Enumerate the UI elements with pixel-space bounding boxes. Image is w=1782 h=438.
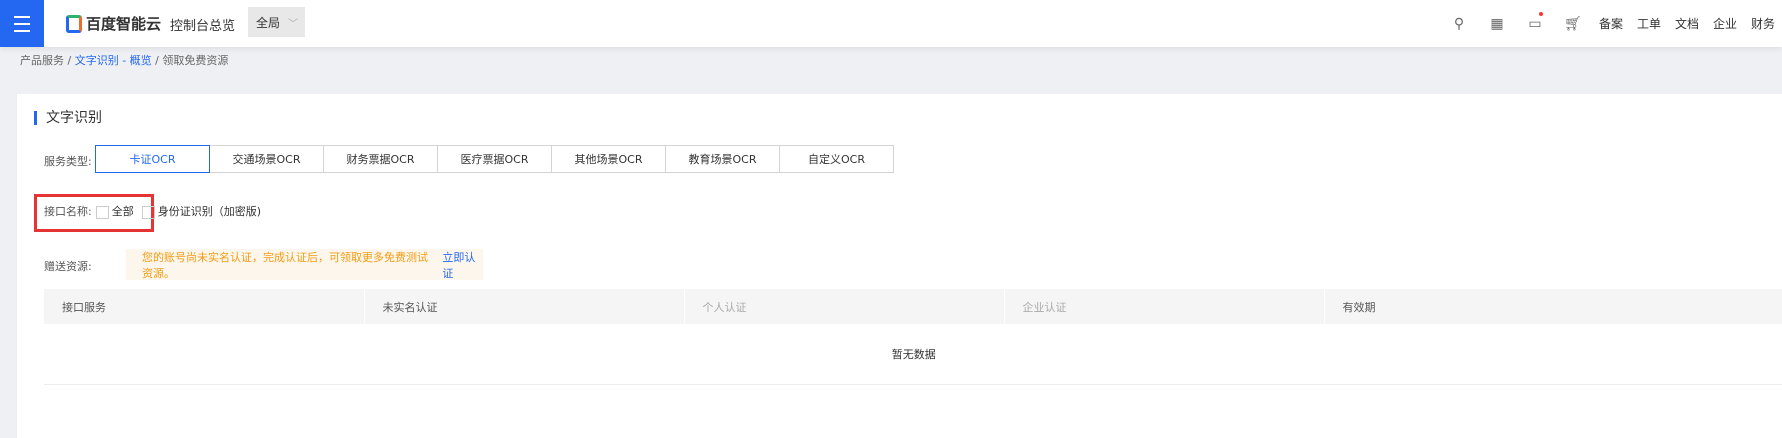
col-interface: 接口服务 bbox=[44, 289, 365, 324]
page-title: 文字识别 bbox=[34, 111, 102, 125]
tab-education-ocr[interactable]: 教育场景OCR bbox=[665, 145, 780, 173]
nav-docs[interactable]: 文档 bbox=[1668, 15, 1706, 32]
checkbox-all-label: 全部 bbox=[111, 205, 134, 218]
brand-name: 百度智能云 bbox=[86, 15, 162, 33]
tab-finance-ocr[interactable]: 财务票据OCR bbox=[323, 145, 438, 173]
col-unverified: 未实名认证 bbox=[364, 289, 685, 324]
interface-label: 接口名称: bbox=[44, 205, 92, 218]
breadcrumb-ocr-overview[interactable]: 文字识别 - 概览 bbox=[75, 54, 152, 67]
checkbox-idcard-label: 身份证识别（加密版) bbox=[157, 205, 262, 218]
breadcrumb-products: 产品服务 / bbox=[20, 54, 72, 67]
col-enterprise: 企业认证 bbox=[1004, 289, 1325, 324]
service-type-label: 服务类型: bbox=[44, 155, 92, 168]
tab-card-ocr[interactable]: 卡证OCR bbox=[95, 145, 210, 173]
gift-label: 赠送资源: bbox=[44, 260, 92, 273]
scope-select[interactable]: 全局 ﹀ bbox=[248, 7, 305, 37]
nav-enterprise[interactable]: 企业 bbox=[1706, 15, 1744, 32]
tab-other-ocr[interactable]: 其他场景OCR bbox=[551, 145, 666, 173]
breadcrumb: 产品服务 / 文字识别 - 概览 / 领取免费资源 bbox=[20, 52, 228, 68]
content-card: 文字识别 服务类型: 卡证OCR 交通场景OCR 财务票据OCR 医疗票据OCR… bbox=[17, 94, 1782, 438]
tab-custom-ocr[interactable]: 自定义OCR bbox=[779, 145, 894, 173]
col-personal: 个人认证 bbox=[684, 289, 1005, 324]
empty-state: 暂无数据 bbox=[44, 324, 1782, 385]
search-icon[interactable]: ⚲ bbox=[1440, 16, 1478, 32]
message-icon[interactable]: ▭ bbox=[1516, 11, 1554, 32]
tab-medical-ocr[interactable]: 医疗票据OCR bbox=[437, 145, 552, 173]
menu-button[interactable] bbox=[0, 0, 44, 47]
nav-filing[interactable]: 备案 bbox=[1592, 15, 1630, 32]
qrcode-icon[interactable]: ▦ bbox=[1478, 16, 1516, 32]
verify-now-link[interactable]: 立即认证 bbox=[442, 249, 483, 281]
nav-finance[interactable]: 财务 bbox=[1744, 15, 1782, 32]
service-type-tabs: 卡证OCR 交通场景OCR 财务票据OCR 医疗票据OCR 其他场景OCR 教育… bbox=[95, 145, 894, 173]
logo-icon bbox=[66, 14, 82, 33]
checkbox-idcard-encrypted[interactable]: 身份证识别（加密版) bbox=[141, 203, 262, 219]
breadcrumb-current: / 领取免费资源 bbox=[155, 54, 229, 67]
nav-ticket[interactable]: 工单 bbox=[1630, 15, 1668, 32]
tab-traffic-ocr[interactable]: 交通场景OCR bbox=[209, 145, 324, 173]
verification-notice: 您的账号尚未实名认证，完成认证后，可领取更多免费测试资源。 立即认证 bbox=[126, 249, 483, 280]
cart-icon[interactable]: 🛒︎ bbox=[1554, 16, 1592, 32]
resource-table: 接口服务 未实名认证 个人认证 企业认证 有效期 暂无数据 bbox=[44, 289, 1782, 385]
top-bar: 百度智能云 控制台总览 全局 ﹀ ⚲ ▦ ▭ 🛒︎ 备案 工单 文档 企业 财务 bbox=[0, 0, 1782, 47]
notification-dot bbox=[1539, 11, 1543, 16]
brand-logo[interactable]: 百度智能云 bbox=[66, 13, 161, 34]
checkbox-all[interactable]: 全部 bbox=[95, 203, 134, 219]
col-validity: 有效期 bbox=[1324, 289, 1782, 324]
interface-filter: 接口名称: 全部 身份证识别（加密版) bbox=[44, 203, 261, 219]
scope-value: 全局 bbox=[256, 15, 281, 30]
chevron-down-icon: ﹀ bbox=[288, 18, 299, 30]
console-overview-link[interactable]: 控制台总览 bbox=[170, 15, 235, 34]
notice-text: 您的账号尚未实名认证，完成认证后，可领取更多免费测试资源。 bbox=[142, 250, 428, 280]
